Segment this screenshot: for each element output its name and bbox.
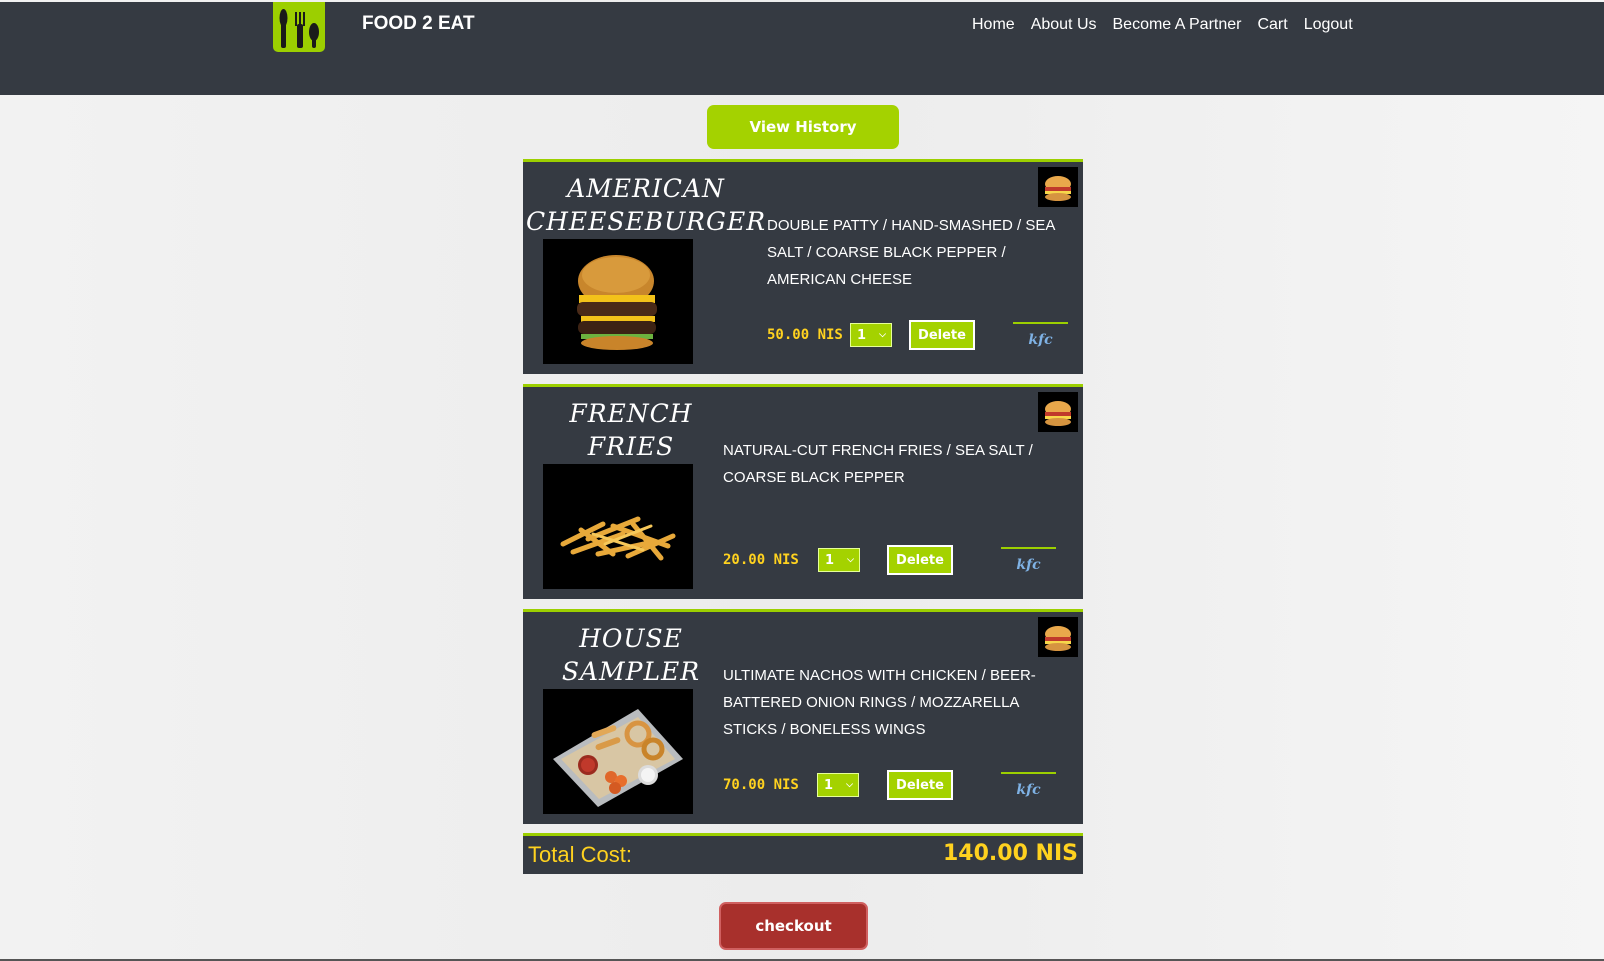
quantity-select[interactable]: 1 ⌵ (817, 773, 859, 797)
brand-name[interactable]: FOOD 2 EAT (362, 13, 475, 35)
item-description: NATURAL-CUT FRENCH FRIES / SEA SALT / CO… (723, 442, 1033, 486)
nav-about-us[interactable]: About Us (1031, 16, 1097, 34)
burger-icon (1038, 392, 1078, 432)
cart-item: HOUSE SAMPLER ULTIMATE NACHOS WITH CHICK… (523, 609, 1083, 824)
restaurant-label: kfc (1013, 322, 1068, 348)
top-navbar: FOOD 2 EAT Home About Us Become A Partne… (0, 2, 1604, 95)
chevron-down-icon: ⌵ (879, 330, 886, 340)
item-price: 20.00 NIS (723, 552, 799, 568)
cart-item: AMERICAN CHEESEBURGER DOUBLE PATTY / HAN… (523, 159, 1083, 374)
item-title: FRENCH FRIES (569, 399, 693, 461)
fork-knife-logo-icon[interactable] (273, 2, 325, 52)
nav-home[interactable]: Home (972, 16, 1015, 34)
chevron-down-icon: ⌵ (847, 555, 854, 565)
quantity-select[interactable]: 1 ⌵ (850, 323, 892, 347)
item-price: 50.00 NIS (767, 327, 843, 343)
delete-button[interactable]: Delete (887, 770, 953, 800)
quantity-value: 1 (824, 777, 834, 793)
main-nav: Home About Us Become A Partner Cart Logo… (972, 16, 1369, 34)
checkout-button[interactable]: checkout (719, 902, 868, 950)
item-price: 70.00 NIS (723, 777, 799, 793)
view-history-button[interactable]: View History (707, 105, 899, 149)
delete-button[interactable]: Delete (887, 545, 953, 575)
burger-icon (1038, 167, 1078, 207)
cheeseburger-image (543, 239, 693, 364)
cart-item: FRENCH FRIES NATURAL-CUT FRENCH FRIES / … (523, 384, 1083, 599)
restaurant-label: kfc (1001, 772, 1056, 798)
total-value: 140.00 NIS (943, 841, 1078, 866)
nav-become-partner[interactable]: Become A Partner (1113, 16, 1242, 34)
delete-button[interactable]: Delete (909, 320, 975, 350)
item-title: HOUSE SAMPLER (561, 624, 701, 686)
quantity-select[interactable]: 1 ⌵ (818, 548, 860, 572)
item-description: DOUBLE PATTY / HAND-SMASHED / SEA SALT /… (767, 217, 1055, 288)
item-title: AMERICAN CHEESEBURGER (525, 174, 767, 236)
total-cost-bar: Total Cost: 140.00 NIS (523, 833, 1083, 874)
nav-cart[interactable]: Cart (1257, 16, 1287, 34)
chevron-down-icon: ⌵ (846, 780, 853, 790)
house-sampler-image (543, 689, 693, 814)
quantity-value: 1 (857, 327, 867, 343)
french-fries-image (543, 464, 693, 589)
total-label: Total Cost: (528, 842, 632, 867)
restaurant-label: kfc (1001, 547, 1056, 573)
quantity-value: 1 (825, 552, 835, 568)
item-description: ULTIMATE NACHOS WITH CHICKEN / BEER-BATT… (723, 667, 1036, 738)
burger-icon (1038, 617, 1078, 657)
nav-logout[interactable]: Logout (1304, 16, 1353, 34)
